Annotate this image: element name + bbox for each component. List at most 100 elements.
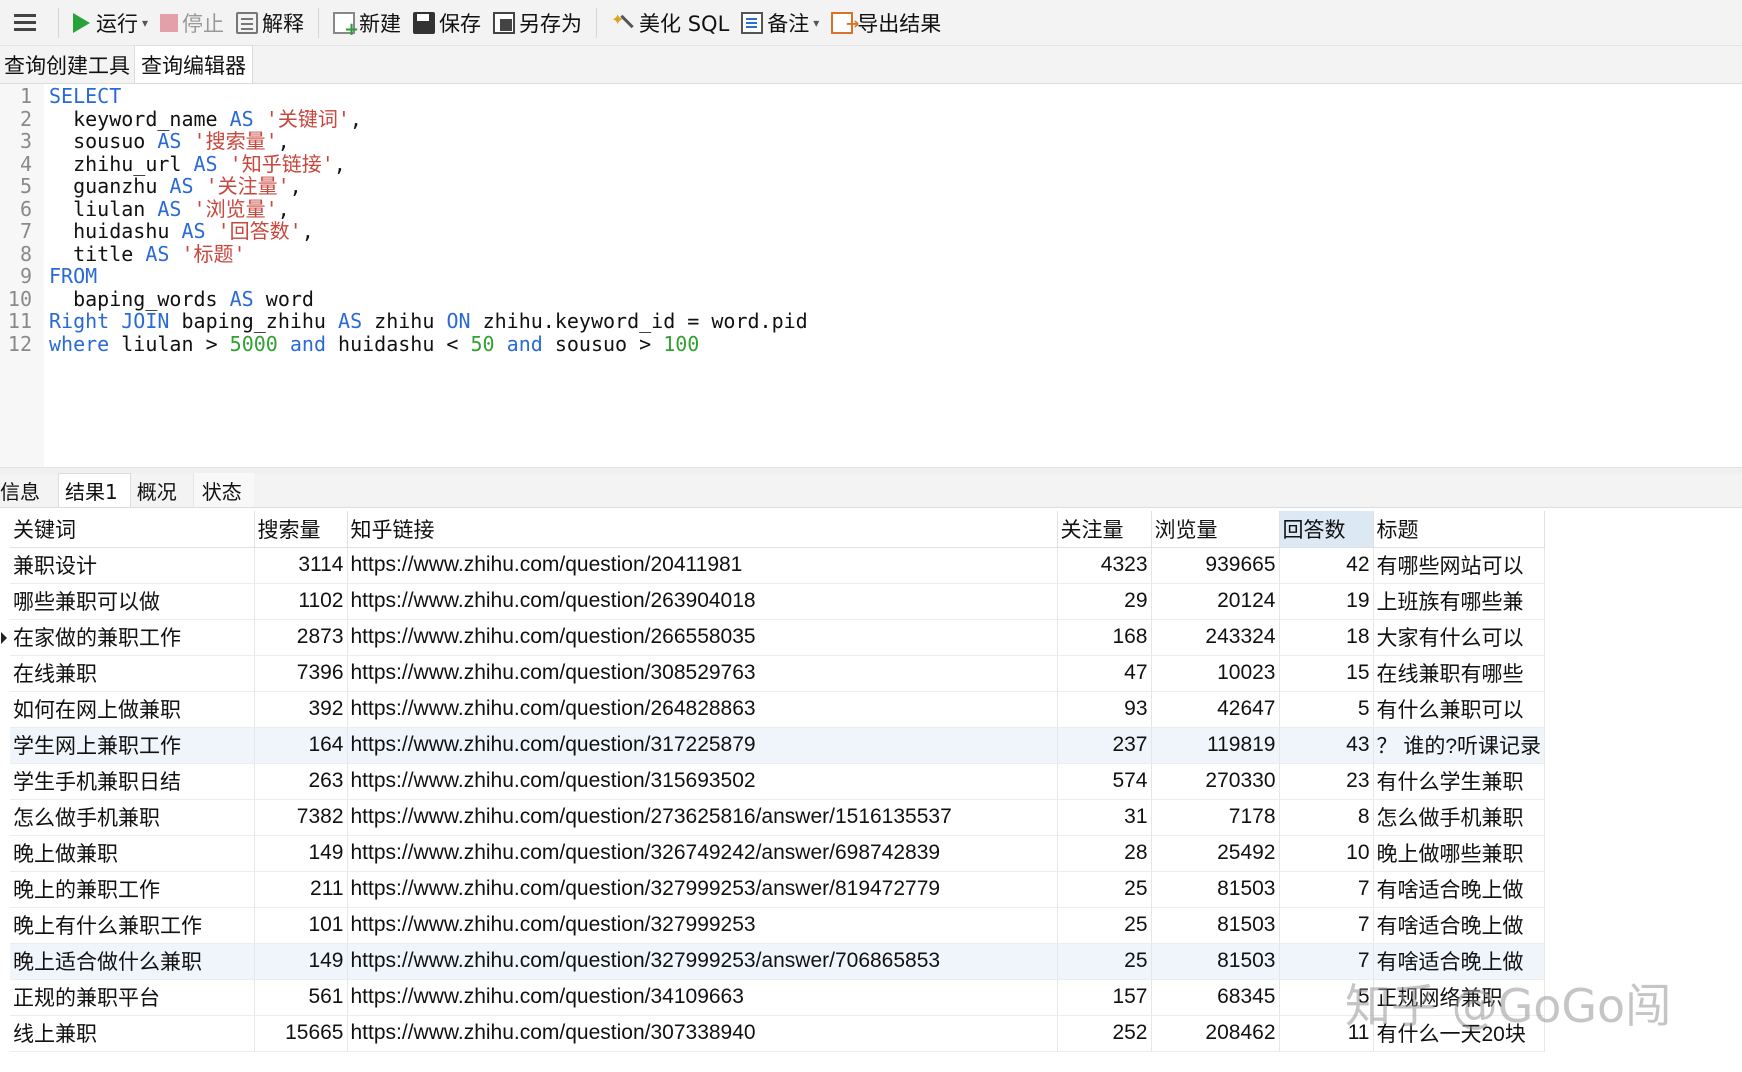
cell-views[interactable]: 81503 <box>1151 871 1280 908</box>
table-row[interactable]: 如何在网上做兼职 392 https://www.zhihu.com/questio… <box>0 691 1546 728</box>
cell-search-volume[interactable]: 211 <box>254 871 348 908</box>
cell-keyword[interactable]: 怎么做手机兼职 <box>10 799 255 836</box>
tab-status[interactable]: 状态 <box>192 473 254 507</box>
table-row[interactable]: 在家做的兼职工作 2873 https://www.zhihu.com/questi… <box>0 619 1546 656</box>
cell-followers[interactable]: 31 <box>1057 799 1152 836</box>
cell-title[interactable]: 有啥适合晚上做 <box>1373 871 1546 908</box>
cell-search-volume[interactable]: 7382 <box>254 799 348 836</box>
table-row[interactable]: 正规的兼职平台 561 https://www.zhihu.com/question… <box>0 979 1546 1016</box>
cell-search-volume[interactable]: 1102 <box>254 583 348 620</box>
column-header-search-volume[interactable]: 搜索量 <box>254 511 348 548</box>
cell-keyword[interactable]: 学生手机兼职日结 <box>10 763 255 800</box>
chevron-down-icon[interactable]: ▾ <box>142 16 148 30</box>
cell-answers[interactable]: 8 <box>1279 799 1374 836</box>
cell-views[interactable]: 81503 <box>1151 907 1280 944</box>
cell-answers[interactable]: 15 <box>1279 655 1374 692</box>
column-header-title[interactable]: 标题 <box>1373 511 1546 548</box>
cell-search-volume[interactable]: 101 <box>254 907 348 944</box>
column-header-keyword[interactable]: 关键词 <box>10 511 255 548</box>
cell-search-volume[interactable]: 15665 <box>254 1015 348 1052</box>
cell-answers[interactable]: 5 <box>1279 979 1374 1016</box>
cell-followers[interactable]: 25 <box>1057 943 1152 980</box>
cell-zhihu-link[interactable]: https://www.zhihu.com/question/315693502 <box>347 763 1058 800</box>
column-header-followers[interactable]: 关注量 <box>1057 511 1152 548</box>
cell-answers[interactable]: 7 <box>1279 871 1374 908</box>
cell-followers[interactable]: 168 <box>1057 619 1152 656</box>
explain-button[interactable]: 解释 <box>230 3 310 43</box>
cell-title[interactable]: 上班族有哪些兼 <box>1373 583 1546 620</box>
cell-followers[interactable]: 252 <box>1057 1015 1152 1052</box>
cell-views[interactable]: 10023 <box>1151 655 1280 692</box>
cell-title[interactable]: 怎么做手机兼职 <box>1373 799 1546 836</box>
cell-answers[interactable]: 23 <box>1279 763 1374 800</box>
table-row[interactable]: 线上兼职 15665 https://www.zhihu.com/question/… <box>0 1015 1546 1052</box>
cell-title[interactable]: 晚上做哪些兼职 <box>1373 835 1546 872</box>
cell-followers[interactable]: 25 <box>1057 907 1152 944</box>
cell-views[interactable]: 208462 <box>1151 1015 1280 1052</box>
cell-views[interactable]: 25492 <box>1151 835 1280 872</box>
table-row[interactable]: 晚上适合做什么兼职 149 https://www.zhihu.com/questi… <box>0 943 1546 980</box>
table-row[interactable]: 晚上做兼职 149 https://www.zhihu.com/question/3… <box>0 835 1546 872</box>
cell-followers[interactable]: 157 <box>1057 979 1152 1016</box>
cell-search-volume[interactable]: 3114 <box>254 547 348 584</box>
cell-views[interactable]: 42647 <box>1151 691 1280 728</box>
cell-keyword[interactable]: 线上兼职 <box>10 1015 255 1052</box>
cell-followers[interactable]: 237 <box>1057 727 1152 764</box>
cell-keyword[interactable]: 晚上的兼职工作 <box>10 871 255 908</box>
cell-title[interactable]: 在线兼职有哪些 <box>1373 655 1546 692</box>
comment-button[interactable]: 备注 ▾ <box>735 3 825 43</box>
cell-followers[interactable]: 28 <box>1057 835 1152 872</box>
cell-answers[interactable]: 11 <box>1279 1015 1374 1052</box>
menu-icon[interactable] <box>0 0 50 46</box>
cell-followers[interactable]: 29 <box>1057 583 1152 620</box>
cell-answers[interactable]: 43 <box>1279 727 1374 764</box>
stop-button[interactable]: 停止 <box>154 3 230 43</box>
cell-views[interactable]: 20124 <box>1151 583 1280 620</box>
cell-answers[interactable]: 7 <box>1279 907 1374 944</box>
cell-zhihu-link[interactable]: https://www.zhihu.com/question/327999253… <box>347 871 1058 908</box>
cell-search-volume[interactable]: 149 <box>254 943 348 980</box>
cell-title[interactable]: 有什么一天20块 <box>1373 1015 1546 1052</box>
table-row[interactable]: 学生手机兼职日结 263 https://www.zhihu.com/questio… <box>0 763 1546 800</box>
cell-zhihu-link[interactable]: https://www.zhihu.com/question/327999253… <box>347 943 1058 980</box>
cell-views[interactable]: 7178 <box>1151 799 1280 836</box>
cell-answers[interactable]: 5 <box>1279 691 1374 728</box>
cell-search-volume[interactable]: 392 <box>254 691 348 728</box>
cell-keyword[interactable]: 学生网上兼职工作 <box>10 727 255 764</box>
cell-zhihu-link[interactable]: https://www.zhihu.com/question/327999253 <box>347 907 1058 944</box>
tab-result-1[interactable]: 结果1 <box>58 473 131 507</box>
beautify-sql-button[interactable]: 美化 SQL <box>605 3 735 43</box>
save-as-button[interactable]: 另存为 <box>487 3 588 43</box>
result-grid[interactable]: 关键词 搜索量 知乎链接 关注量 浏览量 回答数 标题 兼职设计 3114 http… <box>0 511 1546 1052</box>
cell-answers[interactable]: 10 <box>1279 835 1374 872</box>
column-header-views[interactable]: 浏览量 <box>1151 511 1280 548</box>
cell-search-volume[interactable]: 149 <box>254 835 348 872</box>
table-row[interactable]: 在线兼职 7396 https://www.zhihu.com/question/3… <box>0 655 1546 692</box>
tab-info[interactable]: 信息 <box>0 473 52 507</box>
cell-title[interactable]: 有哪些网站可以 <box>1373 547 1546 584</box>
cell-answers[interactable]: 42 <box>1279 547 1374 584</box>
cell-keyword[interactable]: 兼职设计 <box>10 547 255 584</box>
cell-title[interactable]: 有什么兼职可以 <box>1373 691 1546 728</box>
run-button[interactable]: 运行 ▾ <box>67 3 154 43</box>
cell-title[interactable]: ？ 谁的?听课记录 <box>1373 727 1546 764</box>
cell-keyword[interactable]: 晚上做兼职 <box>10 835 255 872</box>
cell-keyword[interactable]: 如何在网上做兼职 <box>10 691 255 728</box>
cell-answers[interactable]: 18 <box>1279 619 1374 656</box>
cell-followers[interactable]: 574 <box>1057 763 1152 800</box>
cell-title[interactable]: 有啥适合晚上做 <box>1373 943 1546 980</box>
cell-title[interactable]: 有什么学生兼职 <box>1373 763 1546 800</box>
cell-zhihu-link[interactable]: https://www.zhihu.com/question/266558035 <box>347 619 1058 656</box>
table-row[interactable]: 学生网上兼职工作 164 https://www.zhihu.com/questio… <box>0 727 1546 764</box>
cell-views[interactable]: 243324 <box>1151 619 1280 656</box>
cell-search-volume[interactable]: 7396 <box>254 655 348 692</box>
cell-zhihu-link[interactable]: https://www.zhihu.com/question/307338940 <box>347 1015 1058 1052</box>
cell-views[interactable]: 81503 <box>1151 943 1280 980</box>
cell-zhihu-link[interactable]: https://www.zhihu.com/question/317225879 <box>347 727 1058 764</box>
column-header-zhihu-link[interactable]: 知乎链接 <box>347 511 1058 548</box>
tab-query-builder[interactable]: 查询创建工具 <box>0 47 134 83</box>
sql-editor[interactable]: 1 SELECT 2 keyword_name AS '关键词', 3 sousu… <box>0 84 1742 467</box>
cell-answers[interactable]: 19 <box>1279 583 1374 620</box>
cell-keyword[interactable]: 在家做的兼职工作 <box>10 619 255 656</box>
cell-answers[interactable]: 7 <box>1279 943 1374 980</box>
